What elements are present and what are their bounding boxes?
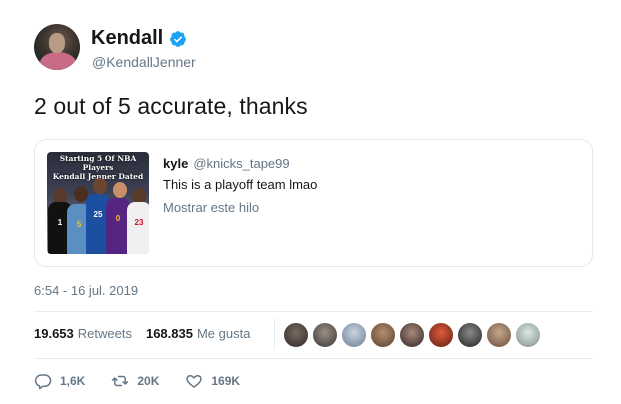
likers-avatars [283,322,541,348]
divider [34,358,593,359]
retweet-count: 20K [137,374,160,388]
quoted-author-name[interactable]: kyle [163,156,188,171]
likes-stat[interactable]: 168.835 Me gusta [146,326,250,341]
quoted-tweet[interactable]: Starting 5 Of NBA Players Kendall Jenner… [34,139,593,267]
author-handle[interactable]: @KendallJenner [92,54,196,70]
liker-avatar[interactable] [399,322,425,348]
author-name[interactable]: Kendall [91,27,187,50]
reply-button[interactable]: 1,6K [34,372,85,390]
liker-avatar[interactable] [457,322,483,348]
thumbnail-caption: Starting 5 Of NBA Players Kendall Jenner… [47,154,149,181]
player-head [113,182,127,198]
author-avatar[interactable] [34,24,80,70]
likes-label: Me gusta [196,326,251,341]
liker-avatar[interactable] [341,322,367,348]
thumbnail-caption-line1: Starting 5 Of NBA Players [59,154,137,172]
show-thread-link[interactable]: Mostrar este hilo [163,200,259,215]
liker-avatar[interactable] [515,322,541,348]
tweet-timestamp[interactable]: 6:54 - 16 jul. 2019 [34,283,138,298]
liker-avatar[interactable] [283,322,309,348]
reply-count: 1,6K [60,374,86,388]
reply-icon [34,374,52,390]
liker-avatar[interactable] [428,322,454,348]
quoted-author-handle[interactable]: @knicks_tape99 [193,156,289,171]
divider [34,311,593,312]
stats-separator [274,318,275,350]
likes-count: 168.835 [145,326,193,341]
jersey-number: 23 [134,218,144,227]
quoted-tweet-text: This is a playoff team lmao [163,177,318,192]
liker-avatar[interactable] [312,322,338,348]
retweets-label: Retweets [77,326,132,341]
player-head [93,178,107,194]
like-count: 169K [211,374,241,388]
tweet-stats: 19.653 Retweets 168.835 Me gusta [34,326,250,341]
retweet-button[interactable]: 20K [111,372,159,390]
heart-icon [186,375,203,388]
liker-avatar[interactable] [486,322,512,348]
retweet-icon [112,375,129,387]
liker-avatar[interactable] [370,322,396,348]
author-name-text[interactable]: Kendall [91,27,163,50]
tweet-actions: 1,6K 20K 169K [34,372,266,390]
retweets-stat[interactable]: 19.653 Retweets [34,326,132,341]
player-jersey: 23 [127,202,149,254]
retweets-count: 19.653 [34,326,74,341]
tweet-text: 2 out of 5 accurate, thanks [34,93,308,119]
quoted-tweet-thumbnail[interactable]: Starting 5 Of NBA Players Kendall Jenner… [47,152,149,254]
verified-badge-icon [170,30,187,47]
like-button[interactable]: 169K [185,372,240,390]
quoted-tweet-author[interactable]: kyle @knicks_tape99 [163,156,290,171]
